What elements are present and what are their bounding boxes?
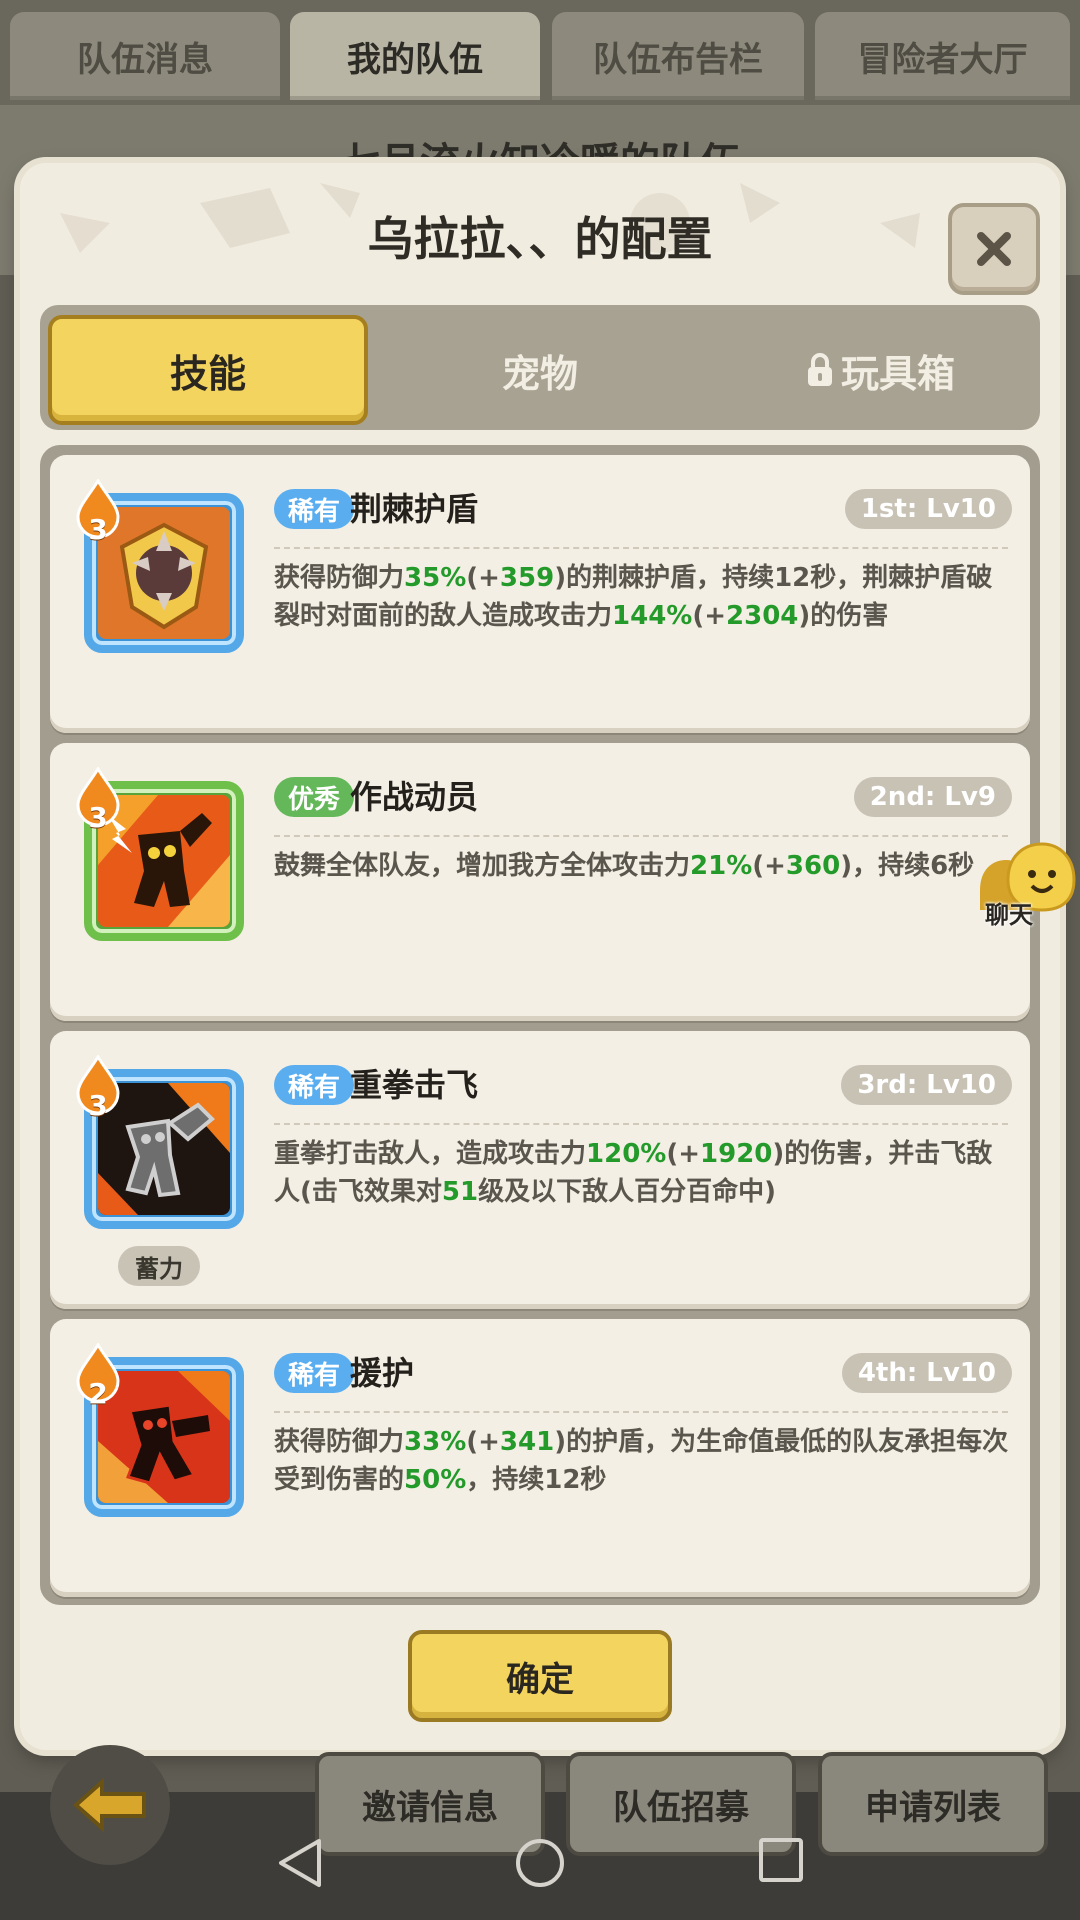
- skill-icon: 3: [76, 767, 244, 941]
- arrow-left-icon: [72, 1778, 146, 1832]
- rarity-badge: 稀有: [274, 1065, 355, 1105]
- rarity-badge: 稀有: [274, 489, 355, 529]
- skill-description: 重拳打击敌人，造成攻击力120%(+1920)的伤害，并击飞敌人(击飞效果对51…: [274, 1139, 993, 1207]
- skill-icon: 3: [76, 479, 244, 653]
- divider: [274, 1123, 1008, 1125]
- tab-team-board[interactable]: 队伍布告栏: [552, 12, 804, 100]
- modal-title: 乌拉拉、、的配置: [367, 212, 713, 266]
- nav-recents-icon[interactable]: [756, 1835, 806, 1885]
- slot-badge: 3rd: Lv10: [841, 1065, 1012, 1105]
- slot-badge: 1st: Lv10: [844, 489, 1012, 529]
- skill-level: 3: [88, 1089, 108, 1122]
- skill-icon: 3: [76, 1055, 244, 1229]
- lock-icon: [807, 353, 832, 386]
- skill-level: 3: [88, 801, 108, 834]
- skill-description: 鼓舞全体队友，增加我方全体攻击力21%(+360)，持续6秒: [274, 851, 975, 881]
- close-icon: [977, 232, 1011, 266]
- tab-toybox-label: 玩具箱: [840, 351, 955, 396]
- skill-description: 获得防御力35%(+359)的荆棘护盾，持续12秒，荆棘护盾破裂时对面前的敌人造…: [274, 563, 993, 631]
- skill-name: 作战动员: [350, 778, 479, 816]
- slot-badge: 2nd: Lv9: [853, 777, 1012, 817]
- nav-home-icon[interactable]: [512, 1835, 568, 1891]
- divider: [274, 835, 1008, 837]
- skill-description: 获得防御力33%(+341)的护盾，为生命值最低的队友承担每次受到伤害的50%，…: [274, 1427, 1009, 1495]
- divider: [274, 547, 1008, 549]
- tab-team-messages[interactable]: 队伍消息: [10, 12, 280, 100]
- invite-info-button[interactable]: 邀请信息: [315, 1752, 545, 1856]
- rarity-badge: 稀有: [274, 1353, 355, 1393]
- skill-icon: 2: [76, 1343, 244, 1517]
- skill-card[interactable]: 3 稀有 荆棘护盾 1st: Lv10 获得防御力35%(+359)的荆棘护盾，…: [50, 455, 1030, 733]
- skill-name: 重拳击飞: [350, 1066, 479, 1104]
- skill-card[interactable]: 3 优秀 作战动员 2nd: Lv9 鼓舞全体队友，增加我方全体攻击力21%(+…: [50, 743, 1030, 1021]
- close-button[interactable]: [948, 203, 1040, 295]
- charge-badge: 蓄力: [118, 1246, 200, 1286]
- application-list-button[interactable]: 申请列表: [818, 1752, 1048, 1856]
- skill-level: 3: [88, 513, 108, 546]
- skill-card[interactable]: 2 稀有 援护 4th: Lv10 获得防御力33%(+341)的护盾，为生命值…: [50, 1319, 1030, 1597]
- divider: [274, 1411, 1008, 1413]
- back-button[interactable]: [50, 1745, 170, 1865]
- confirm-button[interactable]: 确定: [408, 1630, 672, 1722]
- skill-name: 援护: [350, 1354, 415, 1392]
- skill-level: 2: [88, 1377, 108, 1410]
- rarity-badge: 优秀: [274, 777, 355, 817]
- slot-badge: 4th: Lv10: [841, 1353, 1012, 1393]
- tab-pets[interactable]: 宠物: [420, 315, 660, 425]
- tab-adventurer-hall[interactable]: 冒险者大厅: [815, 12, 1070, 100]
- tab-my-team[interactable]: 我的队伍: [290, 12, 540, 100]
- skill-name: 荆棘护盾: [350, 490, 479, 528]
- chat-label[interactable]: 聊天: [985, 895, 1033, 930]
- tab-toybox[interactable]: 玩具箱: [760, 315, 1000, 425]
- background-tab-bar: 队伍消息 我的队伍 队伍布告栏 冒险者大厅: [0, 0, 1080, 105]
- nav-back-icon[interactable]: [275, 1835, 325, 1891]
- skill-card[interactable]: 3 蓄力 稀有 重拳击飞 3rd: Lv10 重拳打击敌人，造成攻击力120%(…: [50, 1031, 1030, 1309]
- tab-skills[interactable]: 技能: [48, 315, 368, 425]
